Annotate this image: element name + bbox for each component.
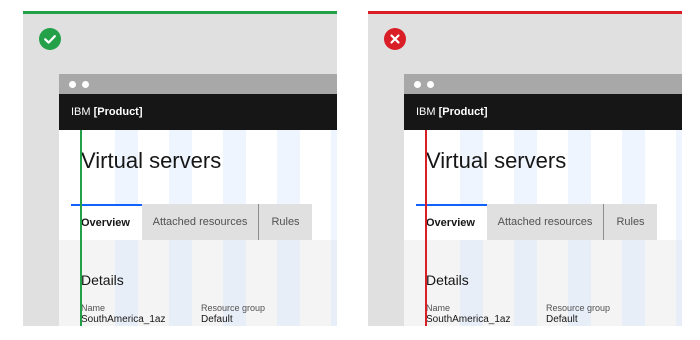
tabs: Overview Attached resources Rules: [416, 204, 682, 240]
checkmark-icon: [39, 28, 61, 50]
product-label: [Product]: [93, 106, 143, 118]
tab-attached-resources[interactable]: Attached resources: [142, 204, 258, 240]
field-label-resource-group: Resource group: [201, 303, 266, 313]
do-example-panel: IBM [Product] Virtual servers Overview A…: [23, 11, 337, 326]
field-label-name: Name: [81, 303, 106, 313]
product-label: [Product]: [438, 106, 488, 118]
window-dot: [69, 81, 76, 88]
alignment-guide-line: [80, 130, 82, 326]
ui-shell-header[interactable]: IBM [Product]: [59, 94, 337, 130]
field-value-name: SouthAmerica_1az: [81, 314, 166, 325]
field-value-name: SouthAmerica_1az: [426, 314, 511, 325]
field-label-name: Name: [426, 303, 451, 313]
dont-example-panel: IBM [Product] Virtual servers Overview A…: [368, 11, 682, 326]
tab-attached-resources[interactable]: Attached resources: [487, 204, 603, 240]
dont-accent-bar: [368, 11, 682, 14]
window-titlebar: [59, 74, 337, 94]
window-dot: [427, 81, 434, 88]
app-window: IBM [Product] Virtual servers Overview A…: [59, 74, 337, 326]
alignment-guide-line: [425, 130, 427, 326]
field-value-resource-group: Default: [546, 314, 578, 325]
ui-shell-header[interactable]: IBM [Product]: [404, 94, 682, 130]
window-dot: [82, 81, 89, 88]
page-title: Virtual servers: [426, 148, 567, 173]
app-window: IBM [Product] Virtual servers Overview A…: [404, 74, 682, 326]
section-title: Details: [426, 272, 469, 288]
section-title: Details: [81, 272, 124, 288]
field-value-resource-group: Default: [201, 314, 233, 325]
do-accent-bar: [23, 11, 337, 14]
page-title: Virtual servers: [81, 148, 222, 173]
tab-rules[interactable]: Rules: [603, 204, 657, 240]
window-dot: [414, 81, 421, 88]
field-label-resource-group: Resource group: [546, 303, 611, 313]
tab-rules[interactable]: Rules: [258, 204, 312, 240]
window-titlebar: [404, 74, 682, 94]
brand-name: IBM: [416, 106, 436, 118]
product-name[interactable]: IBM [Product]: [71, 94, 143, 130]
close-icon: [384, 28, 406, 50]
product-name[interactable]: IBM [Product]: [416, 94, 488, 130]
brand-name: IBM: [71, 106, 91, 118]
tabs: Overview Attached resources Rules: [71, 204, 337, 240]
